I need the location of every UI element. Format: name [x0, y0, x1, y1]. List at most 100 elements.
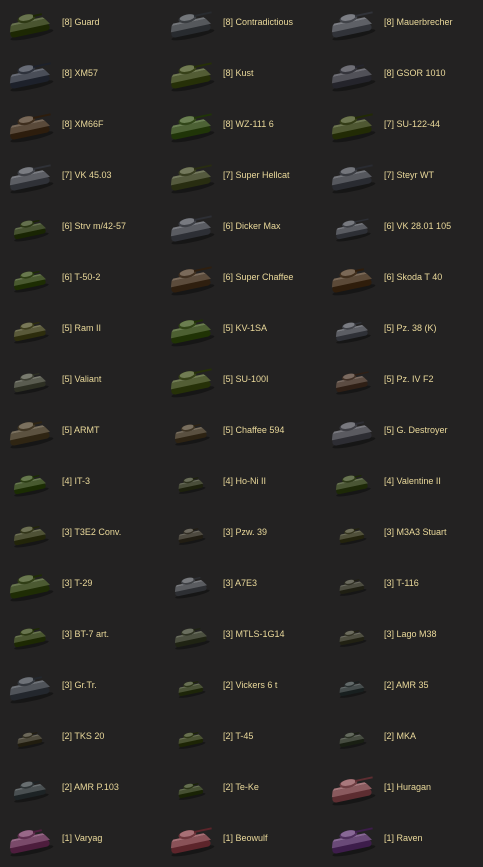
tank-cell[interactable]: [2] TKS 20: [0, 714, 161, 765]
tank-cell[interactable]: [2] MKA: [322, 714, 483, 765]
tank-cell[interactable]: [5] Chaffee 594: [161, 408, 322, 459]
tank-name: BT-7 art.: [74, 629, 110, 639]
tank-cell[interactable]: [8] XM66F: [0, 102, 161, 153]
tank-thumbnail-icon: [324, 616, 380, 656]
tank-thumbnail-icon: [2, 820, 58, 860]
tank-cell[interactable]: [8] WZ-111 6: [161, 102, 322, 153]
tank-tier: [2]: [223, 680, 234, 690]
tank-cell[interactable]: [5] KV-1SA: [161, 306, 322, 357]
tank-name: Super Chaffee: [235, 272, 294, 282]
tank-thumbnail-icon: [324, 361, 380, 401]
tank-name: MKA: [396, 731, 417, 741]
tank-tier: [2]: [223, 731, 234, 741]
tank-cell[interactable]: [2] Te-Ke: [161, 765, 322, 816]
tank-cell[interactable]: [5] SU-100I: [161, 357, 322, 408]
tank-tier: [5]: [223, 374, 234, 384]
tank-cell[interactable]: [3] T-116: [322, 561, 483, 612]
tank-cell[interactable]: [5] Ram II: [0, 306, 161, 357]
tank-thumbnail-icon: [163, 463, 219, 503]
tank-name: Gr.Tr.: [74, 680, 97, 690]
tank-cell[interactable]: [5] Pz. IV F2: [322, 357, 483, 408]
tank-cell[interactable]: [3] T3E2 Conv.: [0, 510, 161, 561]
tank-cell[interactable]: [5] ARMT: [0, 408, 161, 459]
tank-cell[interactable]: [6] Super Chaffee: [161, 255, 322, 306]
tank-tier: [5]: [384, 425, 395, 435]
tank-cell[interactable]: [8] Kust: [161, 51, 322, 102]
tank-tier: [3]: [62, 629, 73, 639]
tank-label: [7] VK 45.03: [62, 169, 112, 181]
tank-cell[interactable]: [4] Valentine II: [322, 459, 483, 510]
tank-cell[interactable]: [8] XM57: [0, 51, 161, 102]
tank-cell[interactable]: [4] Ho-Ni II: [161, 459, 322, 510]
tank-cell[interactable]: [3] BT-7 art.: [0, 612, 161, 663]
tank-tier: [8]: [223, 17, 234, 27]
tank-cell[interactable]: [2] T-45: [161, 714, 322, 765]
tank-name: SU-100I: [235, 374, 269, 384]
tank-tier: [3]: [62, 578, 73, 588]
tank-label: [8] Guard: [62, 16, 100, 28]
tank-cell[interactable]: [3] A7E3: [161, 561, 322, 612]
tank-thumbnail-icon: [2, 667, 58, 707]
tank-cell[interactable]: [4] IT-3: [0, 459, 161, 510]
tank-cell[interactable]: [1] Raven: [322, 816, 483, 867]
tank-cell[interactable]: [6] VK 28.01 105: [322, 204, 483, 255]
tank-cell[interactable]: [8] Mauerbrecher: [322, 0, 483, 51]
tank-name: Ram II: [74, 323, 102, 333]
tank-name: Contradictious: [235, 17, 294, 27]
tank-name: Huragan: [396, 782, 432, 792]
tank-cell[interactable]: [6] Skoda T 40: [322, 255, 483, 306]
tank-cell[interactable]: [5] Pz. 38 (K): [322, 306, 483, 357]
tank-cell[interactable]: [3] MTLS-1G14: [161, 612, 322, 663]
tank-thumbnail-icon: [324, 514, 380, 554]
tank-name: Steyr WT: [396, 170, 435, 180]
tank-thumbnail-icon: [2, 4, 58, 44]
tank-thumbnail-icon: [163, 259, 219, 299]
tank-cell[interactable]: [1] Beowulf: [161, 816, 322, 867]
tank-cell[interactable]: [1] Huragan: [322, 765, 483, 816]
tank-tier: [3]: [384, 629, 395, 639]
tank-label: [4] Ho-Ni II: [223, 475, 266, 487]
tank-tier: [3]: [223, 629, 234, 639]
tank-cell[interactable]: [3] Lago M38: [322, 612, 483, 663]
tank-thumbnail-icon: [163, 55, 219, 95]
tank-cell[interactable]: [7] Steyr WT: [322, 153, 483, 204]
tank-cell[interactable]: [2] AMR P.103: [0, 765, 161, 816]
tank-cell[interactable]: [2] AMR 35: [322, 663, 483, 714]
tank-cell[interactable]: [7] Super Hellcat: [161, 153, 322, 204]
tank-cell[interactable]: [7] SU-122-44: [322, 102, 483, 153]
tank-cell[interactable]: [2] Vickers 6 t: [161, 663, 322, 714]
tank-tier: [2]: [384, 680, 395, 690]
tank-cell[interactable]: [3] Pzw. 39: [161, 510, 322, 561]
tank-thumbnail-icon: [163, 412, 219, 452]
tank-name: T3E2 Conv.: [74, 527, 122, 537]
tank-cell[interactable]: [3] M3A3 Stuart: [322, 510, 483, 561]
tank-cell[interactable]: [7] VK 45.03: [0, 153, 161, 204]
tank-cell[interactable]: [6] Dicker Max: [161, 204, 322, 255]
tank-tier: [6]: [62, 221, 73, 231]
tank-cell[interactable]: [6] Strv m/42-57: [0, 204, 161, 255]
tank-tier: [3]: [384, 527, 395, 537]
tank-label: [8] Contradictious: [223, 16, 293, 28]
tank-tier: [8]: [62, 68, 73, 78]
tank-thumbnail-icon: [324, 667, 380, 707]
tank-cell[interactable]: [5] G. Destroyer: [322, 408, 483, 459]
tank-name: VK 45.03: [74, 170, 112, 180]
tank-cell[interactable]: [8] Guard: [0, 0, 161, 51]
tank-cell[interactable]: [8] Contradictious: [161, 0, 322, 51]
tank-cell[interactable]: [6] T-50-2: [0, 255, 161, 306]
tank-name: XM66F: [74, 119, 104, 129]
tank-cell[interactable]: [1] Varyag: [0, 816, 161, 867]
tank-thumbnail-icon: [2, 514, 58, 554]
tank-label: [5] ARMT: [62, 424, 100, 436]
tank-name: TKS 20: [74, 731, 105, 741]
tank-name: T-50-2: [74, 272, 101, 282]
tank-cell[interactable]: [3] Gr.Tr.: [0, 663, 161, 714]
tank-label: [5] Valiant: [62, 373, 101, 385]
tank-cell[interactable]: [5] Valiant: [0, 357, 161, 408]
tank-label: [7] SU-122-44: [384, 118, 440, 130]
tank-cell[interactable]: [3] T-29: [0, 561, 161, 612]
tank-name: Raven: [396, 833, 423, 843]
tank-label: [5] SU-100I: [223, 373, 269, 385]
tank-cell[interactable]: [8] GSOR 1010: [322, 51, 483, 102]
tank-thumbnail-icon: [163, 820, 219, 860]
